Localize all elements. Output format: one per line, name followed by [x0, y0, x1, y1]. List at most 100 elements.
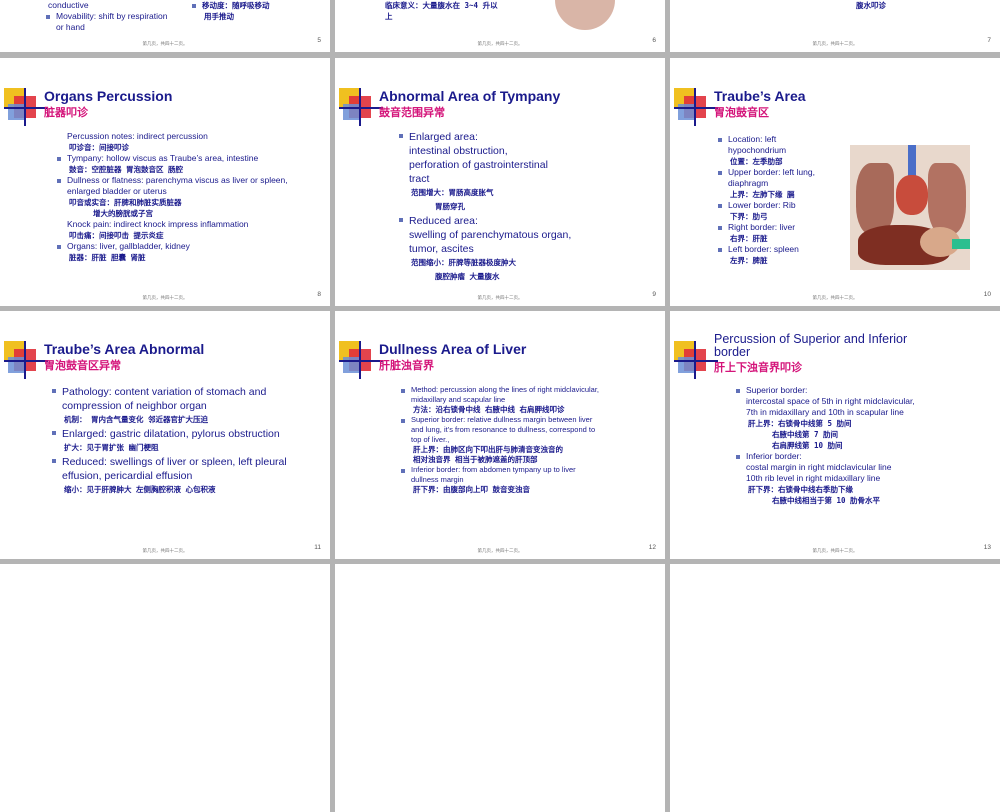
text-line: 10th rib level in right midaxillary line — [746, 473, 881, 483]
text-line: 7th in midaxillary and 10th in scapular … — [746, 407, 904, 417]
chinese-line: 右腋中线第 7 肋间 — [772, 430, 839, 439]
page-number: 9 — [652, 291, 656, 298]
slide-6[interactable]: 临床意义：大量腹水在 3~4 升以 上 第几页，共四十二页。 6 — [335, 0, 665, 52]
slide-5-cn: 移动度：随呼吸移动 用手推动 — [190, 0, 270, 22]
bullet-line: Movability: shift by respiration or hand — [44, 11, 176, 33]
slide-subtitle: 脏器叩诊 — [44, 107, 88, 119]
chinese-line: 叩音或实音：肝脾和肺脏实质脏器 — [69, 198, 182, 207]
chinese-line: 叩诊音：间接叩诊 — [69, 143, 129, 152]
chinese-line: 下界：肋弓 — [730, 212, 768, 221]
slide-6-body: 临床意义：大量腹水在 3~4 升以 上 — [385, 0, 498, 22]
slide-body: Enlarged area: intestinal obstruction, per… — [397, 130, 657, 284]
cn-line: 移动度：随呼吸移动 — [190, 0, 270, 11]
slide-decoration — [339, 341, 383, 379]
bullet-line: Dullness or flatness: parenchyma viscus … — [55, 175, 322, 197]
chinese-line: 位置：左季肋部 — [730, 157, 783, 166]
slide-title: Dullness Area of Liver — [379, 341, 527, 357]
slide-16[interactable] — [670, 564, 1000, 812]
bullet-line: Right border: liver — [716, 222, 834, 233]
slide-decoration — [339, 88, 383, 126]
slide-8[interactable]: Organs Percussion 脏器叩诊 Percussion notes:… — [0, 58, 330, 306]
slide-subtitle: 肝上下浊音界叩诊 — [714, 362, 802, 374]
bullet-line: Inferior border: — [734, 451, 980, 462]
slide-decoration — [4, 341, 48, 379]
cn-line: 用手推动 — [204, 12, 234, 21]
text-line: Percussion notes: indirect percussion — [67, 131, 208, 141]
slide-13[interactable]: Percussion of Superior and Inferior bord… — [670, 311, 1000, 559]
chinese-line: 机制： 胃内含气量变化 邻近器官扩大压迫 — [64, 415, 209, 424]
cn-line: 腹水叩诊 — [856, 1, 886, 10]
slide-footer: 第几页，共四十二页。 — [477, 41, 523, 46]
slide-footer: 第几页，共四十二页。 — [142, 41, 188, 46]
slide-7-body: 腹水叩诊 — [856, 0, 886, 11]
chinese-line: 胃肠穿孔 — [435, 202, 465, 211]
slide-title: Organs Percussion — [44, 88, 173, 104]
chinese-line: 腹腔肿瘤 大量腹水 — [435, 272, 500, 281]
text-line: costal margin in right midclavicular lin… — [746, 462, 892, 472]
chinese-line: 右界：肝脏 — [730, 234, 768, 243]
slide-14[interactable] — [0, 564, 330, 812]
slide-footer: 第几页，共四十二页。 — [477, 295, 523, 300]
slide-footer: 第几页，共四十二页。 — [142, 548, 188, 553]
chinese-line: 扩大：见于胃扩张 幽门梗阻 — [64, 443, 159, 452]
slide-10[interactable]: Traube’s Area 胃泡鼓音区 Location: left hypoc… — [670, 58, 1000, 306]
bullet-line: Enlarged area: — [397, 130, 657, 144]
text-line: intestinal obstruction, — [409, 145, 508, 157]
chinese-line: 肝下界：由腹部向上叩 鼓音变浊音 — [413, 485, 531, 494]
bullet-line: Reduced: swellings of liver or spleen, l… — [50, 455, 300, 483]
slide-decoration — [674, 341, 718, 379]
chinese-line: 鼓音：空腔脏器 胃泡鼓音区 肠腔 — [69, 165, 184, 174]
slide-title: Percussion of Superior and Inferior bord… — [714, 332, 908, 359]
slide-decoration — [4, 88, 48, 126]
chinese-line: 脏器：肝脏 胆囊 肾脏 — [69, 253, 146, 262]
page-number: 11 — [314, 544, 321, 551]
slide-5[interactable]: conductive Movability: shift by respirat… — [0, 0, 330, 52]
text-line: conductive — [48, 0, 89, 10]
anatomy-illustration — [850, 145, 970, 270]
slide-subtitle: 肝脏浊音界 — [379, 360, 434, 372]
chinese-line: 范围增大：胃肠高度胀气 — [411, 188, 494, 197]
slide-5-body: conductive Movability: shift by respirat… — [44, 0, 322, 33]
text-line: tumor, ascites — [409, 243, 474, 255]
bullet-line: Tympany: hollow viscus as Traube’s area,… — [55, 153, 322, 164]
slide-title: Traube’s Area — [714, 88, 806, 104]
bullet-line: Superior border: relative dullness margi… — [399, 415, 603, 445]
bullet-line: Location: left hypochondrium — [716, 134, 834, 156]
slide-title: Traube’s Area Abnormal — [44, 341, 205, 357]
slide-body: Location: left hypochondrium 位置：左季肋部 Upper… — [716, 134, 834, 266]
bullet-line: Left border: spleen — [716, 244, 834, 255]
chinese-line: 上界：左肺下缘 膈 — [730, 190, 795, 199]
page-number: 7 — [987, 37, 991, 44]
slide-footer: 第几页，共四十二页。 — [812, 41, 858, 46]
text-line: tract — [409, 173, 430, 185]
slide-title: Abnormal Area of Tympany — [379, 88, 561, 104]
clinical-photo — [555, 0, 615, 30]
bullet-line: Lower border: Rib — [716, 200, 834, 211]
slide-body: Method: percussion along the lines of ri… — [399, 385, 603, 495]
bullet-line: Reduced area: — [397, 214, 657, 228]
chinese-line: 右肩胛线第 10 肋间 — [772, 441, 843, 450]
chinese-line: 左界：脾脏 — [730, 256, 768, 265]
slide-body: Pathology: content variation of stomach … — [50, 385, 300, 497]
slide-12[interactable]: Dullness Area of Liver 肝脏浊音界 Method: per… — [335, 311, 665, 559]
slide-15[interactable] — [335, 564, 665, 812]
slide-subtitle: 胃泡鼓音区异常 — [44, 360, 121, 372]
text-line: perforation of gastrointerstinal — [409, 159, 548, 171]
slide-body: Superior border: intercostal space of 5th… — [734, 385, 980, 506]
bullet-line: Upper border: left lung, diaphragm — [716, 167, 834, 189]
bullet-line: Enlarged: gastric dilatation, pylorus ob… — [50, 427, 300, 441]
chinese-line: 叩击痛：间接叩击 提示炎症 — [69, 231, 164, 240]
slide-7[interactable]: 腹水叩诊 第几页，共四十二页。 7 — [670, 0, 1000, 52]
slide-11[interactable]: Traube’s Area Abnormal 胃泡鼓音区异常 Pathology… — [0, 311, 330, 559]
slide-9[interactable]: Abnormal Area of Tympany 鼓音范围异常 Enlarged… — [335, 58, 665, 306]
chinese-line: 增大的膀胱或子宫 — [93, 209, 153, 218]
slide-subtitle: 鼓音范围异常 — [379, 107, 445, 119]
text-line: intercostal space of 5th in right midcla… — [746, 396, 915, 406]
text-line: Knock pain: indirect knock impress infla… — [67, 219, 249, 229]
chinese-line: 方法：沿右锁骨中线 右腋中线 右肩胛线叩诊 — [413, 405, 565, 414]
slide-footer: 第几页，共四十二页。 — [812, 295, 858, 300]
page-number: 6 — [652, 37, 656, 44]
bullet-line: Method: percussion along the lines of ri… — [399, 385, 603, 405]
slide-footer: 第几页，共四十二页。 — [477, 548, 523, 553]
slide-footer: 第几页，共四十二页。 — [142, 295, 188, 300]
